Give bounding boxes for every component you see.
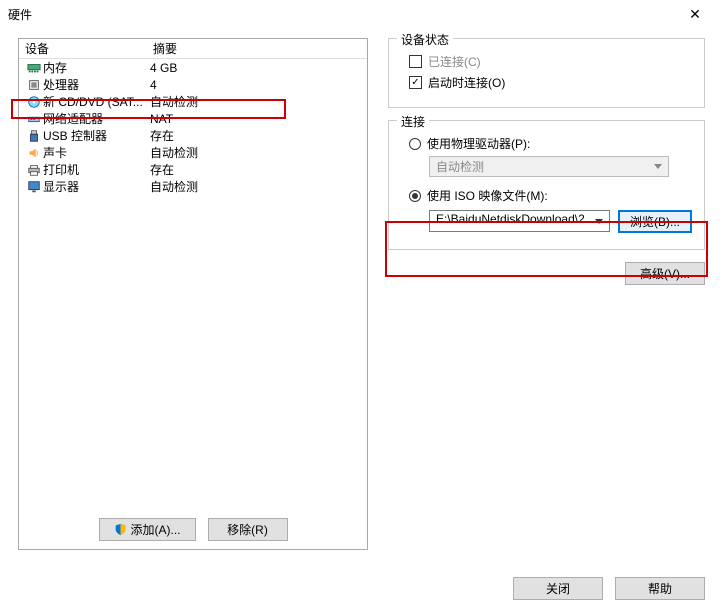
device-row-5[interactable]: 声卡自动检测: [19, 144, 367, 161]
connect-at-power-checkbox[interactable]: ✓: [409, 76, 422, 89]
connect-at-power-row[interactable]: ✓ 启动时连接(O): [409, 74, 692, 91]
iso-path-row: E:\BaiduNetdiskDownload\2 浏览(B)...: [429, 210, 692, 233]
network-icon: [25, 112, 43, 126]
list-buttons: 添加(A)... 移除(R): [19, 518, 367, 541]
add-button-label: 添加(A)...: [131, 521, 181, 538]
device-name: 打印机: [43, 161, 148, 178]
titlebar: 硬件 ✕: [0, 0, 723, 28]
advanced-button[interactable]: 高级(V)...: [625, 262, 705, 285]
connection-group: 连接 使用物理驱动器(P): 自动检测 使用 ISO 映像文件(M): E:\B…: [388, 120, 705, 250]
device-rows: 内存4 GB处理器4新 CD/DVD (SAT...自动检测网络适配器NATUS…: [19, 59, 367, 195]
device-summary: 自动检测: [148, 178, 367, 195]
display-icon: [25, 180, 43, 194]
physical-drive-select: 自动检测: [429, 156, 669, 177]
physical-drive-select-wrap: 自动检测: [429, 156, 692, 177]
device-row-0[interactable]: 内存4 GB: [19, 59, 367, 76]
advanced-row: 高级(V)...: [388, 262, 705, 285]
iso-radio[interactable]: [409, 190, 421, 202]
device-row-6[interactable]: 打印机存在: [19, 161, 367, 178]
device-summary: NAT: [148, 112, 367, 126]
connected-checkbox: [409, 55, 422, 68]
device-summary: 自动检测: [148, 144, 367, 161]
connect-at-power-label: 启动时连接(O): [428, 74, 505, 91]
list-header: 设备 摘要: [19, 39, 367, 59]
browse-button[interactable]: 浏览(B)...: [618, 210, 692, 233]
device-row-2[interactable]: 新 CD/DVD (SAT...自动检测: [19, 93, 367, 110]
device-name: 显示器: [43, 178, 148, 195]
physical-drive-radio[interactable]: [409, 138, 421, 150]
remove-button-label: 移除(R): [227, 521, 268, 538]
device-status-group: 设备状态 已连接(C) ✓ 启动时连接(O): [388, 38, 705, 108]
advanced-button-label: 高级(V)...: [640, 265, 690, 282]
footer: 关闭 帮助: [513, 577, 705, 600]
close-icon[interactable]: ✕: [675, 6, 715, 23]
connected-label: 已连接(C): [428, 53, 481, 70]
printer-icon: [25, 163, 43, 177]
physical-drive-label: 使用物理驱动器(P):: [427, 135, 530, 152]
device-row-4[interactable]: USB 控制器存在: [19, 127, 367, 144]
status-legend: 设备状态: [397, 31, 453, 48]
device-name: 处理器: [43, 76, 148, 93]
device-summary: 4: [148, 78, 367, 92]
disc-icon: [25, 95, 43, 109]
sound-icon: [25, 146, 43, 160]
content: 设备 摘要 内存4 GB处理器4新 CD/DVD (SAT...自动检测网络适配…: [18, 38, 705, 550]
device-list-panel: 设备 摘要 内存4 GB处理器4新 CD/DVD (SAT...自动检测网络适配…: [18, 38, 368, 550]
header-summary[interactable]: 摘要: [147, 38, 367, 59]
device-name: 内存: [43, 59, 148, 76]
device-row-7[interactable]: 显示器自动检测: [19, 178, 367, 195]
help-button-label: 帮助: [648, 580, 672, 597]
device-summary: 4 GB: [148, 61, 367, 75]
add-button[interactable]: 添加(A)...: [99, 518, 196, 541]
iso-label: 使用 ISO 映像文件(M):: [427, 187, 548, 204]
device-summary: 自动检测: [148, 93, 367, 110]
device-summary: 存在: [148, 127, 367, 144]
remove-button[interactable]: 移除(R): [208, 518, 288, 541]
header-device[interactable]: 设备: [19, 38, 147, 59]
iso-row[interactable]: 使用 ISO 映像文件(M):: [409, 187, 692, 204]
close-button[interactable]: 关闭: [513, 577, 603, 600]
device-name: 网络适配器: [43, 110, 148, 127]
device-row-3[interactable]: 网络适配器NAT: [19, 110, 367, 127]
device-row-1[interactable]: 处理器4: [19, 76, 367, 93]
iso-path-combo[interactable]: E:\BaiduNetdiskDownload\2: [429, 210, 610, 232]
device-name: USB 控制器: [43, 127, 148, 144]
memory-icon: [25, 61, 43, 75]
usb-icon: [25, 129, 43, 143]
settings-panel: 设备状态 已连接(C) ✓ 启动时连接(O) 连接 使用物理驱动器(P): 自动…: [388, 38, 705, 550]
connected-checkbox-row: 已连接(C): [409, 53, 692, 70]
device-name: 新 CD/DVD (SAT...: [43, 93, 148, 110]
shield-icon: [114, 523, 127, 536]
physical-drive-row[interactable]: 使用物理驱动器(P):: [409, 135, 692, 152]
cpu-icon: [25, 78, 43, 92]
device-name: 声卡: [43, 144, 148, 161]
close-button-label: 关闭: [546, 580, 570, 597]
device-summary: 存在: [148, 161, 367, 178]
connection-legend: 连接: [397, 113, 429, 130]
window-title: 硬件: [8, 6, 675, 23]
help-button[interactable]: 帮助: [615, 577, 705, 600]
